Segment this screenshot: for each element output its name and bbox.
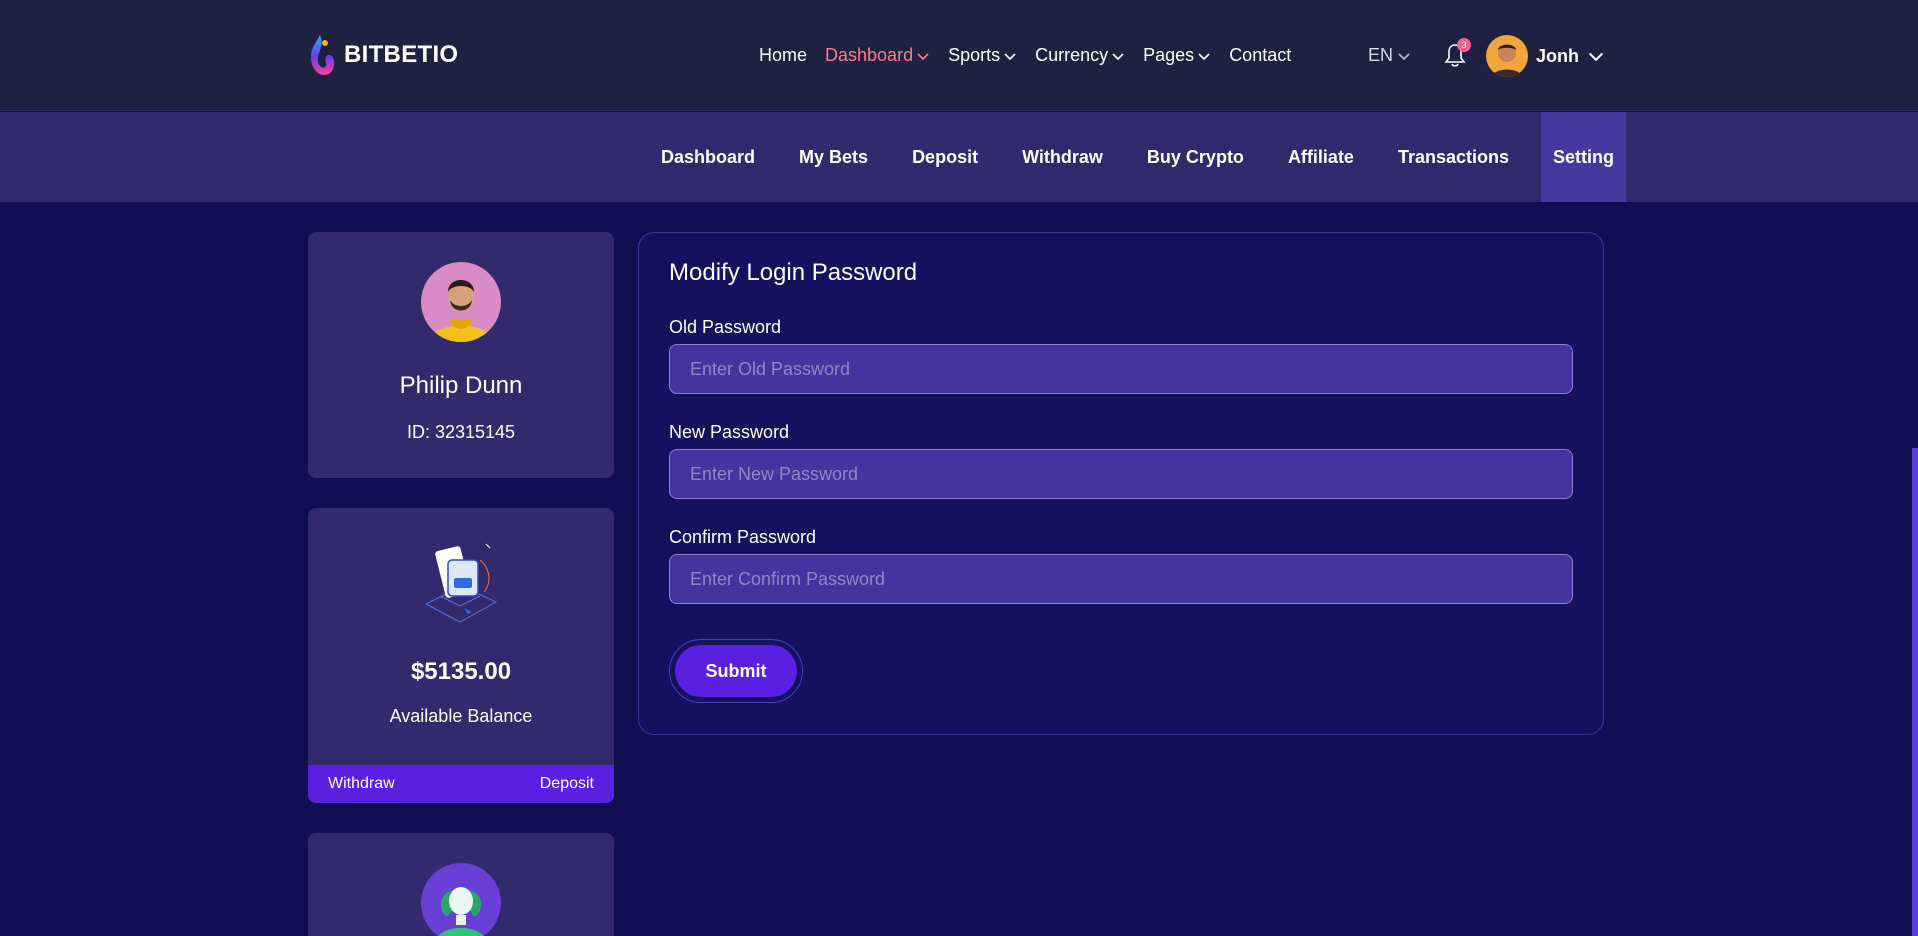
nav-dashboard[interactable]: Dashboard: [825, 45, 930, 66]
balance-amount: $5135.00: [410, 658, 512, 685]
profile-avatar: [421, 262, 501, 342]
nav-pages-label: Pages: [1143, 45, 1195, 65]
page: BITBETIO Home Dashboard Sports Currency …: [0, 0, 1918, 936]
confirm-password-input[interactable]: [669, 554, 1573, 604]
submit-button-ring: Submit: [669, 639, 803, 703]
new-password-label: New Password: [669, 422, 790, 442]
subnav-withdraw[interactable]: Withdraw: [1000, 112, 1125, 202]
chevron-down-icon: [1588, 52, 1604, 62]
main-nav: Home Dashboard Sports Currency Pages Con…: [759, 0, 1291, 111]
balance-label: Available Balance: [389, 706, 533, 726]
profile-id: ID: 32315145: [406, 422, 516, 442]
subnav-dashboard[interactable]: Dashboard: [639, 112, 777, 202]
top-header: BITBETIO Home Dashboard Sports Currency …: [0, 0, 1918, 111]
old-password-input[interactable]: [669, 344, 1573, 394]
submit-button[interactable]: Submit: [675, 645, 797, 697]
notification-badge: 3: [1457, 38, 1471, 52]
new-password-input[interactable]: [669, 449, 1573, 499]
avatar-image-icon: [421, 262, 501, 342]
support-agent-icon: [421, 863, 501, 936]
profile-card: Philip Dunn ID: 32315145: [308, 232, 614, 478]
subnav-setting[interactable]: Setting: [1541, 112, 1626, 202]
nav-contact-label: Contact: [1229, 45, 1292, 65]
nav-pages[interactable]: Pages: [1143, 45, 1211, 66]
brand-name: BITBETIO: [344, 41, 459, 68]
user-avatar: [1486, 35, 1528, 77]
logo[interactable]: BITBETIO: [308, 32, 458, 78]
chevron-down-icon: [1198, 52, 1210, 60]
nav-home[interactable]: Home: [759, 45, 807, 66]
support-card: [308, 833, 614, 936]
nav-currency-label: Currency: [1035, 45, 1109, 65]
old-password-label: Old Password: [669, 317, 782, 337]
subnav-transactions[interactable]: Transactions: [1376, 112, 1531, 202]
deposit-link[interactable]: Deposit: [540, 775, 594, 793]
password-form: Modify Login Password Old Password New P…: [638, 232, 1604, 735]
form-title: Modify Login Password: [669, 259, 918, 286]
chevron-down-icon: [917, 52, 929, 60]
subnav-deposit[interactable]: Deposit: [890, 112, 1000, 202]
user-name: Jonh: [1536, 45, 1579, 66]
nav-home-label: Home: [759, 45, 808, 65]
balance-actions: Withdraw Deposit: [308, 765, 614, 803]
nav-currency[interactable]: Currency: [1035, 45, 1125, 66]
nav-sports[interactable]: Sports: [948, 45, 1017, 66]
chevron-down-icon: [1004, 52, 1016, 60]
support-agent-avatar: [421, 863, 501, 936]
language-label: EN: [1368, 45, 1394, 65]
subnav-my-bets[interactable]: My Bets: [777, 112, 890, 202]
dashboard-subnav: Dashboard My Bets Deposit Withdraw Buy C…: [0, 112, 1918, 202]
nav-dashboard-label: Dashboard: [825, 45, 914, 65]
user-menu[interactable]: Jonh: [1486, 34, 1605, 78]
confirm-password-label: Confirm Password: [669, 527, 817, 547]
balance-card: $5135.00 Available Balance Withdraw Depo…: [308, 508, 614, 803]
subnav-affiliate[interactable]: Affiliate: [1266, 112, 1376, 202]
profile-name: Philip Dunn: [399, 372, 523, 399]
subnav-buy-crypto[interactable]: Buy Crypto: [1125, 112, 1266, 202]
withdraw-link[interactable]: Withdraw: [328, 775, 395, 793]
flame-logo-icon: [310, 35, 335, 75]
chevron-down-icon: [1112, 52, 1124, 60]
chevron-down-icon: [1398, 52, 1410, 60]
nav-contact[interactable]: Contact: [1229, 45, 1291, 66]
language-selector[interactable]: EN: [1368, 0, 1411, 111]
avatar-image-icon: [1486, 35, 1528, 77]
wallet-illustration-icon: [424, 543, 498, 623]
nav-sports-label: Sports: [948, 45, 1001, 65]
scrollbar[interactable]: [1912, 448, 1918, 936]
notifications-button[interactable]: 3: [1443, 38, 1471, 70]
